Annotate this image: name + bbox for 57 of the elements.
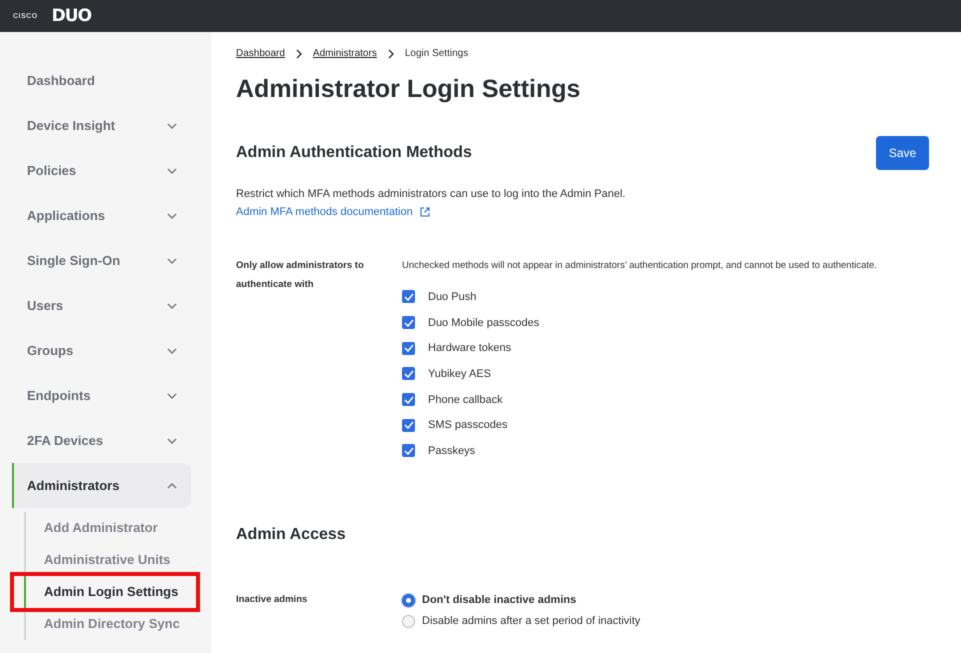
nav-item[interactable]: Policies — [12, 148, 191, 193]
section-title: Admin Access — [236, 526, 347, 544]
nav-item[interactable]: Device Insight — [12, 103, 191, 148]
nav-item[interactable]: Dashboard — [12, 58, 191, 103]
nav-item[interactable]: Single Sign-On — [12, 238, 191, 283]
nav-subitem[interactable]: Add Administrator — [26, 512, 191, 544]
chevron-icon — [166, 256, 178, 264]
chevron-icon — [166, 436, 178, 444]
nav-item[interactable]: Groups — [12, 328, 191, 373]
checkbox-label: Hardware tokens — [428, 342, 512, 354]
section-title: Admin Authentication Methods — [236, 144, 472, 162]
chevron-icon — [386, 48, 395, 58]
radio-label: Don't disable inactive admins — [422, 594, 576, 606]
nav-item[interactable]: 2FA Devices — [12, 418, 191, 463]
radio-button[interactable] — [402, 594, 415, 607]
checkbox[interactable] — [402, 444, 415, 458]
page-title: Administrator Login Settings — [236, 75, 582, 104]
nav-subitem[interactable]: Administrative Units — [26, 544, 191, 576]
nav-item[interactable]: Endpoints — [12, 373, 191, 418]
checkbox-label: Duo Mobile passcodes — [428, 316, 540, 329]
chevron-icon — [166, 166, 178, 174]
checkbox[interactable] — [402, 393, 415, 406]
chevron-icon — [294, 48, 303, 58]
chevron-icon — [166, 302, 178, 310]
hint-text: Unchecked methods will not appear in administrators’ authentication prompt, and cannot be used to authenticate. — [402, 259, 878, 273]
chevron-icon — [166, 392, 178, 400]
documentation-link[interactable]: Admin MFA methods documentation — [236, 206, 413, 218]
external-link-icon — [420, 207, 430, 217]
breadcrumb-current: Login Settings — [404, 48, 468, 59]
checkbox-label: Passkeys — [428, 444, 476, 457]
chevron-icon — [166, 212, 178, 220]
field-label: Inactive admins — [236, 592, 308, 607]
chevron-icon — [166, 346, 178, 354]
chevron-icon — [166, 122, 178, 130]
checkbox-label: Duo Push — [428, 290, 476, 303]
nav-item[interactable]: Users — [12, 283, 191, 328]
radio-label: Disable admins after a set period of inactivity — [422, 615, 640, 628]
nav-subitem[interactable]: Admin Directory Sync — [26, 608, 191, 640]
save-button[interactable]: Save — [876, 136, 929, 170]
field-label: Only allow administrators to authenticate with — [236, 259, 365, 292]
breadcrumb-link[interactable]: Dashboard — [236, 48, 285, 59]
checkbox-label: Yubikey AES — [428, 368, 491, 380]
chevron-icon — [166, 482, 178, 490]
checkbox-label: SMS passcodes — [428, 419, 508, 432]
breadcrumb-link[interactable]: Administrators — [312, 48, 377, 59]
radio-button[interactable] — [402, 614, 415, 628]
product-logo: DUO — [52, 6, 92, 26]
checkbox-label: Phone callback — [428, 394, 503, 406]
description: Restrict which MFA methods administrators can use to log into the Admin Panel. — [236, 188, 626, 200]
nav-item[interactable]: Applications — [12, 193, 191, 238]
checkbox[interactable] — [402, 367, 415, 380]
checkbox[interactable] — [402, 418, 415, 432]
nav-subitem[interactable]: Admin Login Settings — [24, 576, 191, 608]
nav-item[interactable]: Administrators — [12, 463, 191, 508]
checkbox[interactable] — [402, 342, 415, 355]
checkbox[interactable] — [402, 316, 415, 330]
checkbox[interactable] — [402, 290, 415, 304]
